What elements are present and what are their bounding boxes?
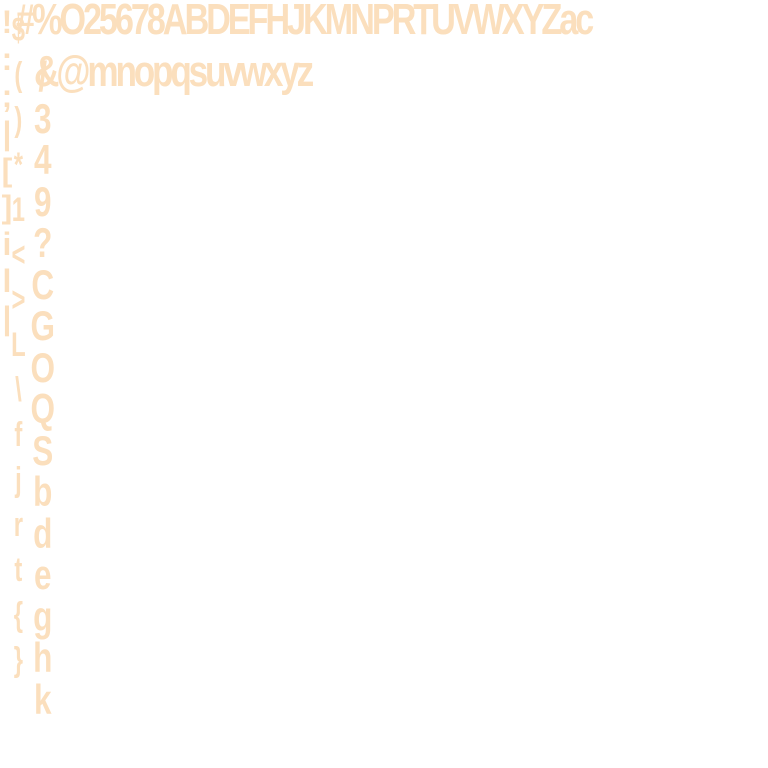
glyph: t (14, 551, 23, 589)
glyph: b (33, 468, 53, 515)
glyph: g (33, 592, 53, 640)
glyph-column-2: $ () * 1 < > L \ f j r t {} (10, 8, 27, 683)
glyph: * (13, 146, 24, 184)
glyph: j (15, 461, 22, 499)
glyph: d (33, 509, 53, 557)
glyph: r (13, 506, 24, 544)
glyph: f (14, 416, 23, 454)
glyph: ( (14, 56, 23, 94)
glyph: k (33, 675, 52, 723)
glyph: S (32, 426, 54, 474)
glyph: $ (11, 11, 26, 49)
glyph-row-2: &@mnopqsuvwxyz (34, 47, 314, 96)
glyph: h (33, 634, 53, 681)
glyph: / (38, 53, 48, 100)
glyph-column-3: /3 4 9? C G O Q Sb d e g h k (30, 56, 56, 720)
glyph: ) (14, 101, 23, 139)
glyph: { (13, 596, 24, 634)
glyph: e (33, 551, 52, 598)
glyph: 9 (33, 177, 52, 225)
glyph: > (11, 281, 26, 319)
glyph: < (11, 236, 26, 274)
glyph: G (30, 302, 55, 349)
glyph: } (13, 641, 24, 679)
glyph: 4 (33, 136, 52, 183)
glyph: C (31, 260, 55, 308)
glyph: Q (30, 385, 55, 432)
glyph: ? (33, 219, 53, 266)
glyph: L (11, 326, 26, 364)
glyph: 3 (33, 94, 52, 142)
glyph: O (30, 343, 55, 391)
glyph: 1 (11, 191, 26, 229)
glyph-row-1: #%O25678ABDEFHJKMNPRTUVWXYZac (16, 0, 594, 44)
glyph: \ (15, 371, 22, 409)
